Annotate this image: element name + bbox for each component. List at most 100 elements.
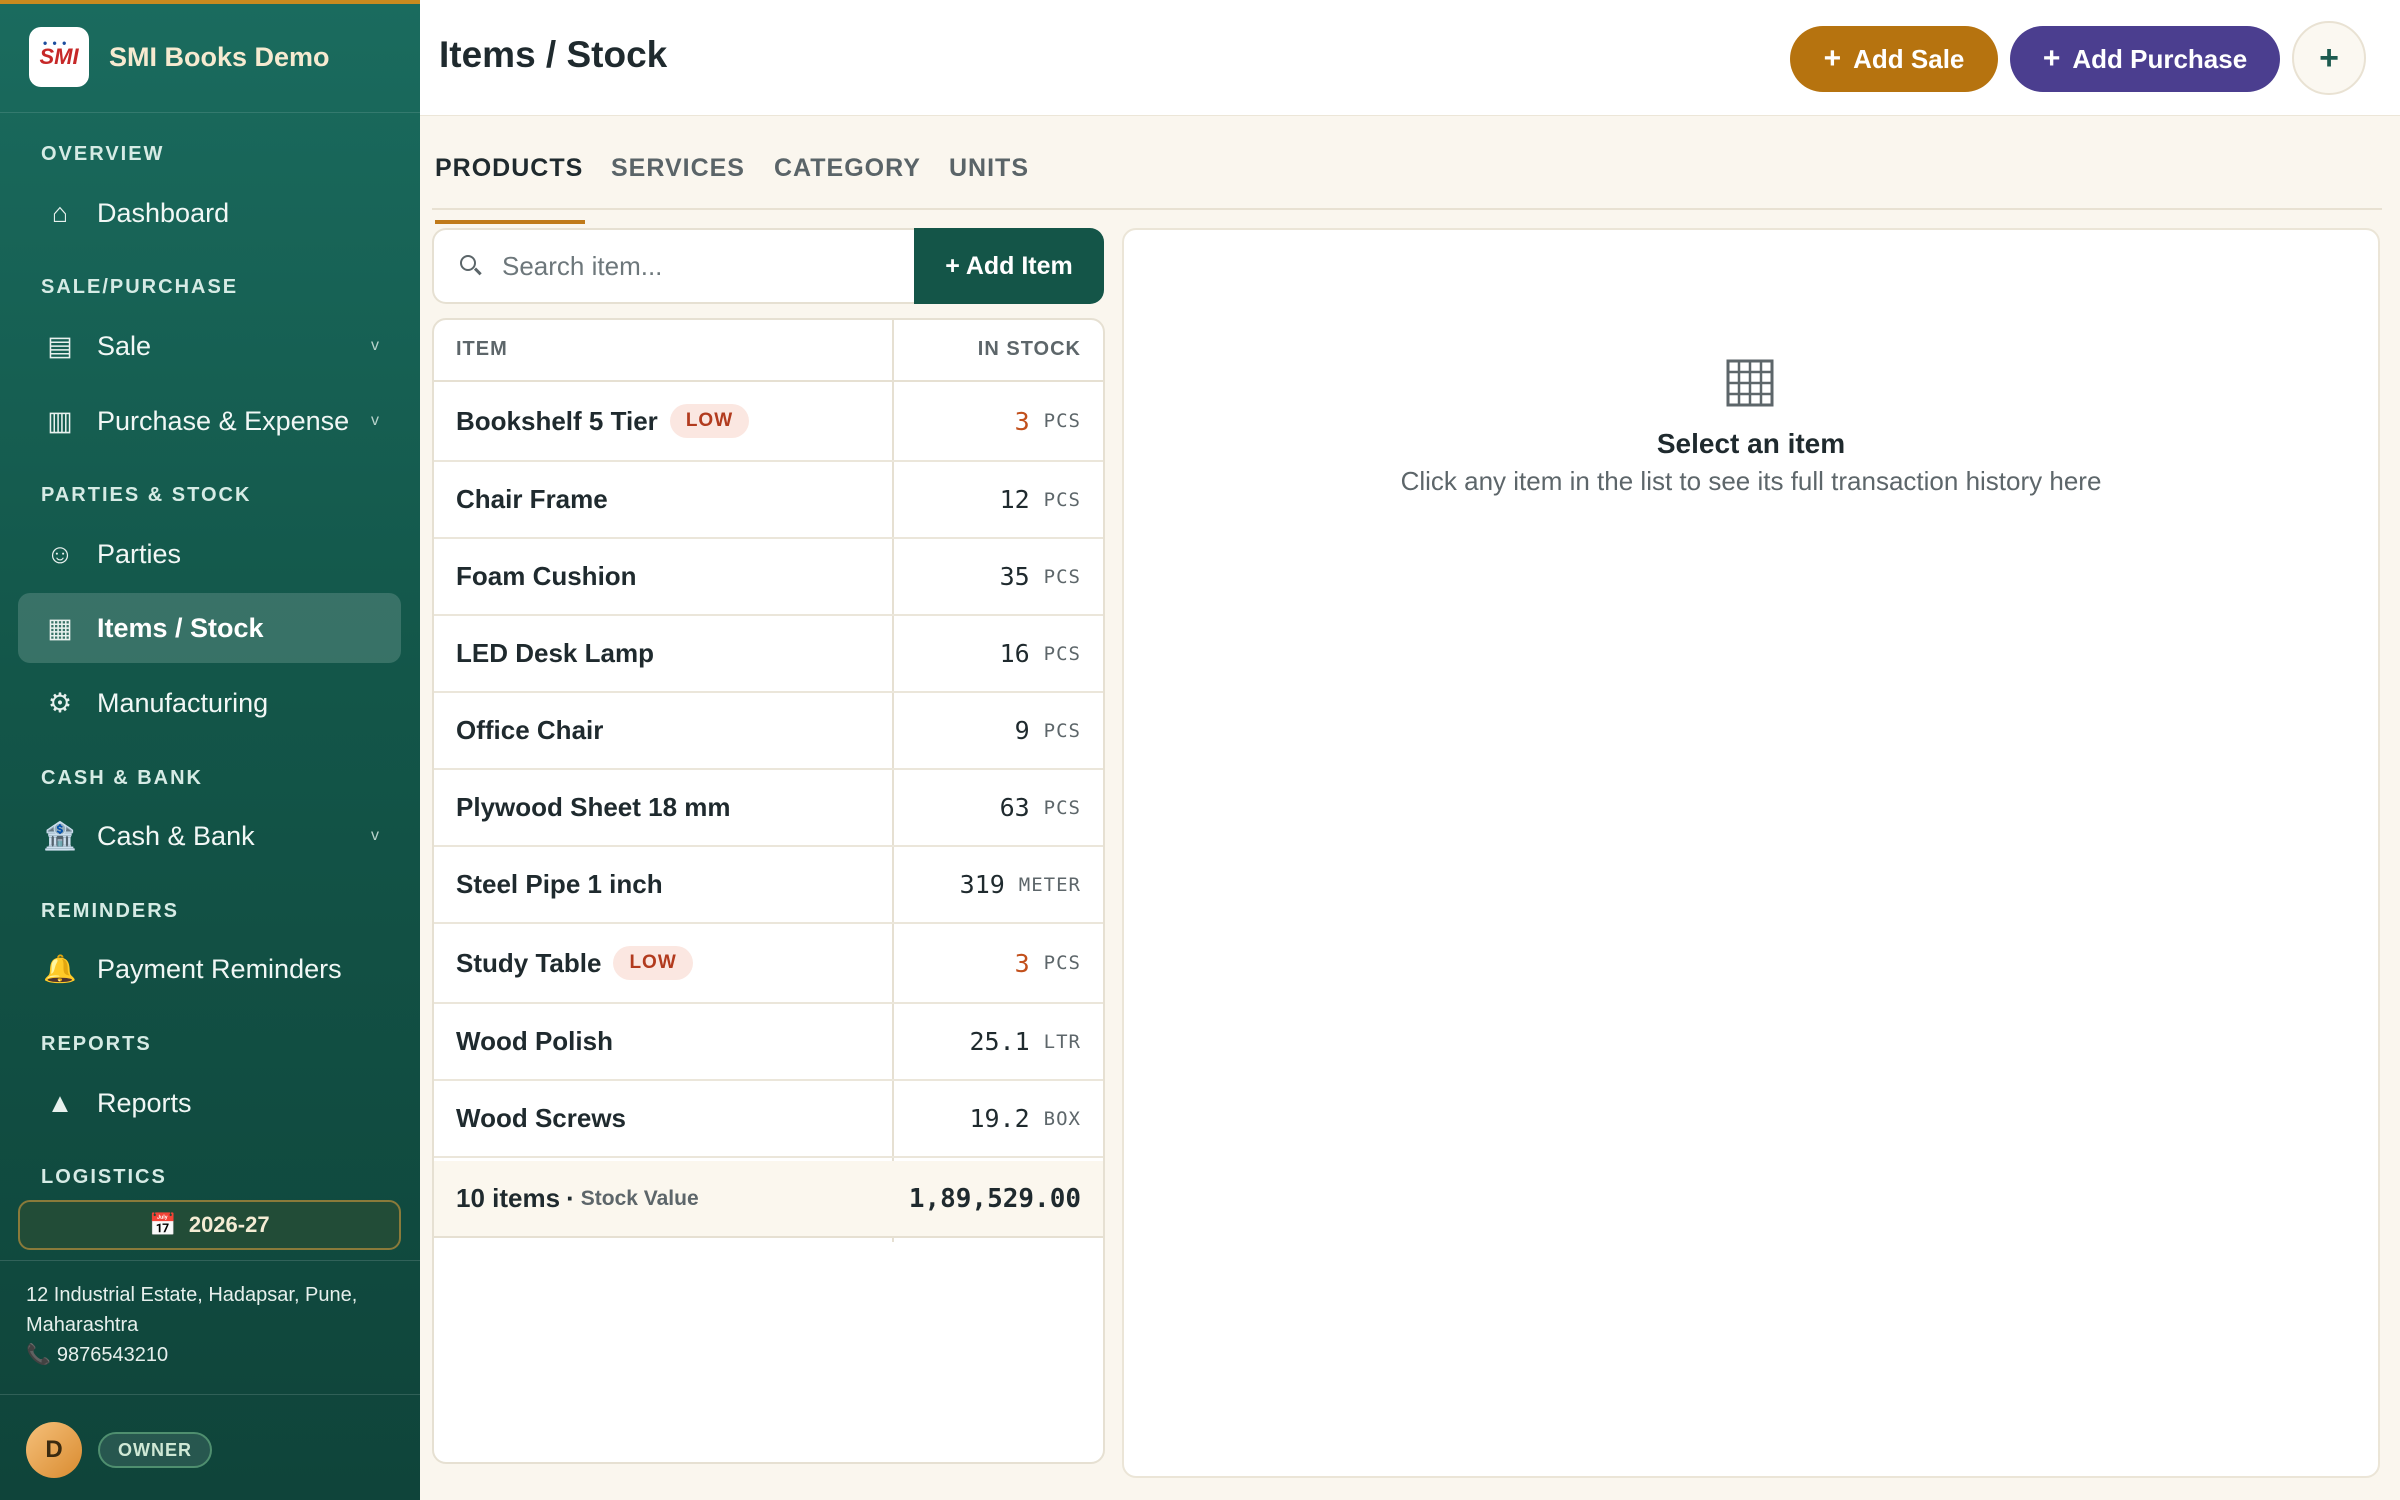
- brand[interactable]: • • • SMI SMI Books Demo: [29, 26, 330, 88]
- sidebar-item-items-stock[interactable]: ▦ Items / Stock: [18, 593, 401, 663]
- avatar[interactable]: D: [26, 1422, 82, 1478]
- sidebar-item-cash-bank[interactable]: 🏦 Cash & Bank v: [18, 801, 401, 871]
- table-row[interactable]: Study Table LOW 3 PCS: [434, 924, 1103, 1004]
- sidebar-item-label: Purchase & Expense: [97, 405, 350, 436]
- stock-cell: 25.1 LTR: [969, 1004, 1081, 1079]
- table-row[interactable]: Steel Pipe 1 inch 319 METER: [434, 847, 1103, 924]
- stock-unit: PCS: [1043, 410, 1081, 432]
- item-name-cell: Foam Cushion: [456, 539, 637, 614]
- chevron-down-icon[interactable]: v: [371, 827, 379, 845]
- item-name: Study Table: [456, 947, 602, 978]
- stock-value-label: Stock Value: [580, 1186, 699, 1210]
- stock-unit: PCS: [1043, 719, 1081, 742]
- stock-qty: 3: [1014, 948, 1030, 978]
- sidebar-item-manufacturing[interactable]: ⚙ Manufacturing: [18, 668, 401, 738]
- tab-units[interactable]: UNITS: [949, 154, 1029, 210]
- stock-qty: 9: [1014, 716, 1030, 745]
- tab-services[interactable]: SERVICES: [611, 154, 745, 210]
- sidebar-item-parties[interactable]: ☺ Parties: [18, 519, 401, 589]
- stock-cell: 16 PCS: [1000, 616, 1081, 691]
- section-reminders: REMINDERS: [41, 900, 180, 922]
- sidebar-item-label: Sale: [97, 330, 152, 361]
- table-row[interactable]: Office Chair 9 PCS: [434, 693, 1103, 770]
- stock-unit: PCS: [1043, 796, 1081, 819]
- sidebar: • • • SMI SMI Books Demo OVERVIEW ⌂ Dash…: [0, 0, 420, 1500]
- column-header-item[interactable]: ITEM: [456, 338, 508, 361]
- tab-label: UNITS: [949, 154, 1029, 182]
- logo-dots: • • •: [43, 36, 68, 50]
- table-row[interactable]: LED Desk Lamp 16 PCS: [434, 616, 1103, 693]
- table-row[interactable]: Plywood Sheet 18 mm 63 PCS: [434, 770, 1103, 847]
- sidebar-item-payment-reminders[interactable]: 🔔 Payment Reminders: [18, 934, 401, 1004]
- table-row[interactable]: Wood Polish 25.1 LTR: [434, 1004, 1103, 1081]
- fiscal-year-selector[interactable]: 📅 2026-27: [18, 1200, 401, 1250]
- plus-icon: +: [2042, 42, 2061, 75]
- item-detail-panel: Select an item Click any item in the lis…: [1122, 228, 2380, 1478]
- quick-add-button[interactable]: +: [2292, 21, 2366, 95]
- add-sale-label: Add Sale: [1853, 43, 1965, 74]
- stock-qty: 25.1: [969, 1027, 1030, 1056]
- stock-qty: 12: [999, 485, 1030, 514]
- section-logistics: LOGISTICS: [41, 1166, 167, 1188]
- gear-icon: ⚙: [47, 687, 73, 718]
- sidebar-item-purchase-expense[interactable]: ▥ Purchase & Expense v: [18, 386, 401, 456]
- cart-icon: ▥: [47, 405, 73, 436]
- low-stock-badge: LOW: [669, 404, 750, 438]
- add-purchase-button[interactable]: + Add Purchase: [2010, 26, 2280, 92]
- stock-value-amount: 1,89,529.00: [908, 1183, 1081, 1214]
- search-input[interactable]: [502, 250, 902, 282]
- section-sale-purchase: SALE/PURCHASE: [41, 276, 239, 298]
- item-name: Steel Pipe 1 inch: [456, 869, 663, 899]
- stock-qty: 16: [999, 639, 1030, 668]
- table-row[interactable]: Chair Frame 12 PCS: [434, 462, 1103, 539]
- receipt-icon: ▤: [47, 330, 73, 361]
- triangle-icon: ▲: [46, 1087, 74, 1118]
- tab-products[interactable]: PRODUCTS: [435, 154, 585, 224]
- table-row[interactable]: Wood Screws 19.2 BOX: [434, 1081, 1103, 1158]
- add-item-button[interactable]: + Add Item: [914, 228, 1104, 304]
- item-name: Bookshelf 5 Tier: [456, 405, 658, 436]
- brand-name: SMI Books Demo: [109, 41, 330, 72]
- stock-unit: PCS: [1043, 952, 1081, 974]
- column-header-in-stock[interactable]: IN STOCK: [978, 338, 1081, 361]
- company-address: 12 Industrial Estate, Hadapsar, Pune, Ma…: [26, 1284, 358, 1336]
- fiscal-year-label: 2026-27: [188, 1212, 270, 1237]
- chevron-down-icon[interactable]: v: [371, 412, 379, 430]
- low-stock-badge: LOW: [613, 946, 693, 980]
- phone-number: 9876543210: [56, 1344, 169, 1366]
- sidebar-item-sale[interactable]: ▤ Sale v: [18, 311, 401, 381]
- sidebar-item-label: Cash & Bank: [97, 820, 255, 851]
- sidebar-item-label: Payment Reminders: [97, 953, 342, 984]
- chevron-down-icon[interactable]: v: [371, 337, 379, 355]
- stock-cell: 19.2 BOX: [969, 1081, 1081, 1156]
- bell-icon: 🔔: [43, 954, 77, 984]
- table-row[interactable]: Bookshelf 5 Tier LOW 3 PCS: [434, 382, 1103, 462]
- home-icon: ⌂: [51, 197, 69, 228]
- separator-dot: ·: [566, 1183, 575, 1213]
- sidebar-item-dashboard[interactable]: ⌂ Dashboard: [18, 178, 401, 248]
- section-reports: REPORTS: [41, 1033, 152, 1055]
- role-badge: OWNER: [98, 1432, 212, 1468]
- stock-qty: 63: [999, 793, 1030, 822]
- table-row[interactable]: Foam Cushion 35 PCS: [434, 539, 1103, 616]
- stock-unit: BOX: [1043, 1107, 1081, 1130]
- tab-label: PRODUCTS: [435, 154, 584, 182]
- stock-total-row: 10 items · Stock Value 1,89,529.00: [434, 1161, 1103, 1238]
- sidebar-item-label: Reports: [97, 1087, 192, 1118]
- item-name-cell: Study Table LOW: [456, 924, 693, 1002]
- sidebar-item-label: Manufacturing: [97, 687, 269, 718]
- stock-unit: PCS: [1043, 642, 1081, 665]
- stock-qty: 35: [999, 562, 1030, 591]
- divider: [0, 1394, 420, 1395]
- building-icon: [1726, 359, 1774, 407]
- calendar-icon: 📅: [149, 1212, 177, 1237]
- smiley-icon: ☺: [46, 538, 74, 569]
- stock-cell: 35 PCS: [1000, 539, 1081, 614]
- item-name-cell: Steel Pipe 1 inch: [456, 847, 663, 922]
- add-sale-button[interactable]: + Add Sale: [1790, 26, 1998, 92]
- search-box[interactable]: [432, 228, 914, 304]
- section-cash-bank: CASH & BANK: [41, 767, 203, 789]
- stock-cell: 319 METER: [960, 847, 1081, 922]
- tab-category[interactable]: CATEGORY: [774, 154, 921, 210]
- sidebar-item-reports[interactable]: ▲ Reports: [18, 1068, 401, 1138]
